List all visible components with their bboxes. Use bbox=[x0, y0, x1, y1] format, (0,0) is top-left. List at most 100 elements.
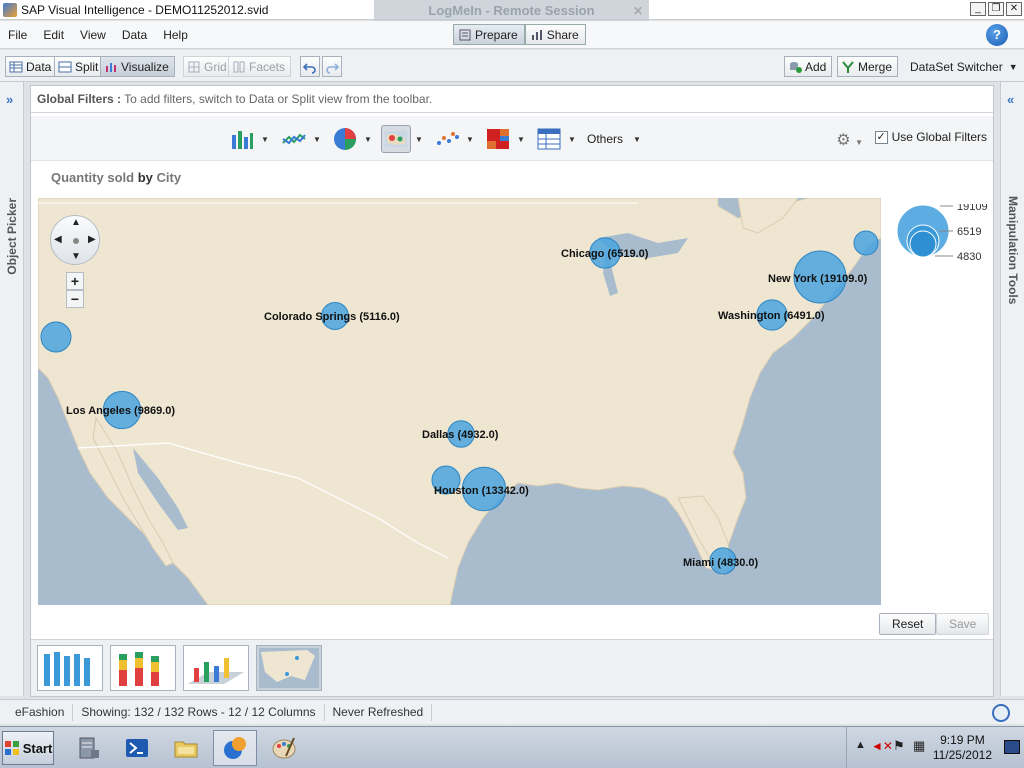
thumbnail-geo-map[interactable] bbox=[256, 645, 322, 691]
legend-label-min: 4830 bbox=[957, 251, 981, 263]
clock-time: 9:19 PM bbox=[940, 733, 985, 747]
zoom-out-button[interactable]: − bbox=[66, 290, 84, 308]
pie-chart-icon bbox=[334, 128, 356, 150]
grid-button[interactable]: Grid bbox=[183, 56, 233, 77]
menu-help[interactable]: Help bbox=[155, 28, 196, 42]
chevron-down-icon: ▼ bbox=[466, 134, 474, 144]
menu-file[interactable]: File bbox=[0, 28, 35, 42]
show-desktop-icon[interactable] bbox=[1004, 740, 1020, 754]
app-icon bbox=[3, 2, 17, 17]
use-global-filters-toggle[interactable]: ✓ Use Global Filters bbox=[874, 130, 987, 144]
close-window-button[interactable]: ✕ bbox=[1006, 2, 1022, 16]
zoom-in-button[interactable]: + bbox=[66, 272, 84, 290]
menu-view[interactable]: View bbox=[72, 28, 114, 42]
merge-button[interactable]: Merge bbox=[837, 56, 899, 77]
pan-right-icon[interactable]: ▶ bbox=[88, 234, 96, 245]
pan-down-icon[interactable]: ▼ bbox=[71, 251, 81, 262]
use-global-filters-checkbox[interactable]: ✓ bbox=[874, 130, 888, 144]
server-icon bbox=[79, 737, 99, 759]
thumbnail-bar-icon bbox=[44, 652, 90, 686]
reset-button[interactable]: Reset bbox=[879, 613, 937, 635]
pan-up-icon[interactable]: ▲ bbox=[71, 217, 81, 228]
prepare-button[interactable]: Prepare bbox=[453, 24, 525, 45]
split-view-button[interactable]: Split bbox=[54, 56, 105, 77]
status-row-count: Showing: 132 / 132 Rows - 12 / 12 Column… bbox=[73, 703, 325, 721]
overlay-close-icon[interactable]: ✕ bbox=[633, 0, 643, 22]
powershell-taskbar-icon[interactable] bbox=[115, 730, 159, 766]
main-toolbar: Data Split Visualize Grid Facets Add Mer… bbox=[0, 50, 1024, 82]
split-view-label: Split bbox=[75, 59, 99, 74]
chevron-down-icon: ▼ bbox=[415, 134, 423, 144]
line-chart-type-button[interactable]: ▼ bbox=[279, 124, 321, 154]
network-icon[interactable]: ▦ bbox=[913, 738, 925, 754]
start-label: Start bbox=[22, 740, 53, 756]
manipulation-tools-panel[interactable]: « Manipulation Tools bbox=[1000, 82, 1024, 696]
facets-button[interactable]: Facets bbox=[228, 56, 292, 77]
menu-edit[interactable]: Edit bbox=[35, 28, 72, 42]
chevron-down-icon: ▼ bbox=[633, 134, 641, 144]
prepare-icon bbox=[459, 29, 471, 40]
scatter-chart-type-button[interactable]: ▼ bbox=[432, 124, 474, 154]
object-picker-panel[interactable]: » Object Picker bbox=[0, 82, 24, 696]
visualize-icon bbox=[106, 62, 116, 72]
palette-icon bbox=[272, 737, 296, 759]
treemap-chart-type-button[interactable]: ▼ bbox=[483, 124, 525, 154]
paint-taskbar-icon[interactable] bbox=[262, 730, 306, 766]
sap-visual-intelligence-taskbar-icon[interactable] bbox=[213, 730, 257, 766]
undo-button[interactable] bbox=[300, 56, 320, 77]
chart-title-by: by bbox=[137, 170, 153, 185]
bar-chart-type-button[interactable]: ▼ bbox=[227, 124, 269, 154]
maximize-button[interactable]: ❐ bbox=[988, 2, 1004, 16]
sync-status-icon[interactable] bbox=[992, 704, 1010, 722]
city-label-houston: Houston (13342.0) bbox=[434, 485, 529, 497]
windows-logo-icon bbox=[4, 741, 19, 755]
geo-map-chart-type-button[interactable]: ▼ bbox=[381, 124, 423, 154]
city-label-colorado-springs: Colorado Springs (5116.0) bbox=[264, 311, 400, 323]
table-chart-type-button[interactable]: ▼ bbox=[534, 124, 576, 154]
redo-icon bbox=[326, 62, 339, 74]
chevron-down-icon: ▼ bbox=[1008, 61, 1018, 72]
add-button[interactable]: Add bbox=[784, 56, 833, 77]
thumbnail-stacked-chart[interactable] bbox=[110, 645, 176, 691]
data-view-button[interactable]: Data bbox=[5, 56, 58, 77]
menu-data[interactable]: Data bbox=[114, 28, 155, 42]
bubble-layer: Chicago (6519.0) New York (19109.0) Washin… bbox=[40, 230, 879, 575]
expand-right-icon[interactable]: « bbox=[1007, 92, 1014, 107]
thumbnail-bar-chart[interactable] bbox=[37, 645, 103, 691]
volume-muted-icon[interactable]: ◄✕ bbox=[871, 739, 893, 753]
menu-bar: File Edit View Data Help Prepare Share ? bbox=[0, 21, 1024, 49]
settings-gear-icon[interactable]: ⚙ ▼ bbox=[836, 130, 863, 150]
visualization-area: Global Filters : To add filters, switch … bbox=[30, 85, 994, 697]
pan-center-icon[interactable] bbox=[73, 238, 79, 244]
server-manager-taskbar-icon[interactable] bbox=[66, 730, 110, 766]
share-button[interactable]: Share bbox=[524, 24, 586, 45]
chart-title-dimension: City bbox=[156, 170, 182, 185]
add-dataset-icon bbox=[790, 61, 802, 73]
expand-left-icon[interactable]: » bbox=[6, 92, 13, 107]
status-bar: eFashion Showing: 132 / 132 Rows - 12 / … bbox=[0, 699, 1024, 724]
system-clock[interactable]: 9:19 PM 11/25/2012 bbox=[933, 733, 992, 763]
pan-left-icon[interactable]: ◀ bbox=[54, 234, 62, 245]
global-filters-label: Global Filters : bbox=[37, 92, 122, 106]
scatter-chart-icon bbox=[437, 132, 459, 145]
geo-bubble-map[interactable]: Chicago (6519.0) New York (19109.0) Washin… bbox=[38, 198, 881, 605]
show-hidden-icons-icon[interactable]: ▲ bbox=[855, 739, 866, 751]
os-taskbar: Start ▲ ◄✕ ⚑ ▦ 9:19 PM 11/25/2012 bbox=[0, 726, 1024, 768]
thumbnail-3d-chart[interactable] bbox=[183, 645, 249, 691]
window-title: SAP Visual Intelligence - DEMO11252012.s… bbox=[21, 2, 269, 17]
unlabeled-city-bubble[interactable] bbox=[853, 230, 879, 256]
city-label-new-york: New York (19109.0) bbox=[768, 273, 868, 285]
dataset-switcher-dropdown[interactable]: DataSet Switcher ▼ bbox=[907, 56, 1023, 77]
minimize-button[interactable]: _ bbox=[970, 2, 986, 16]
action-center-flag-icon[interactable]: ⚑ bbox=[893, 738, 905, 754]
pan-control[interactable]: ▲ ▼ ◀ ▶ bbox=[50, 215, 100, 265]
redo-button[interactable] bbox=[322, 56, 342, 77]
help-icon[interactable]: ? bbox=[986, 24, 1008, 46]
visualize-view-button[interactable]: Visualize bbox=[100, 56, 175, 77]
pie-chart-type-button[interactable]: ▼ bbox=[330, 124, 372, 154]
start-button[interactable]: Start bbox=[2, 731, 54, 765]
save-button[interactable]: Save bbox=[936, 613, 990, 635]
explorer-taskbar-icon[interactable] bbox=[164, 730, 208, 766]
unlabeled-city-bubble[interactable] bbox=[40, 321, 72, 353]
others-chart-type-button[interactable]: Others ▼ bbox=[587, 124, 641, 154]
